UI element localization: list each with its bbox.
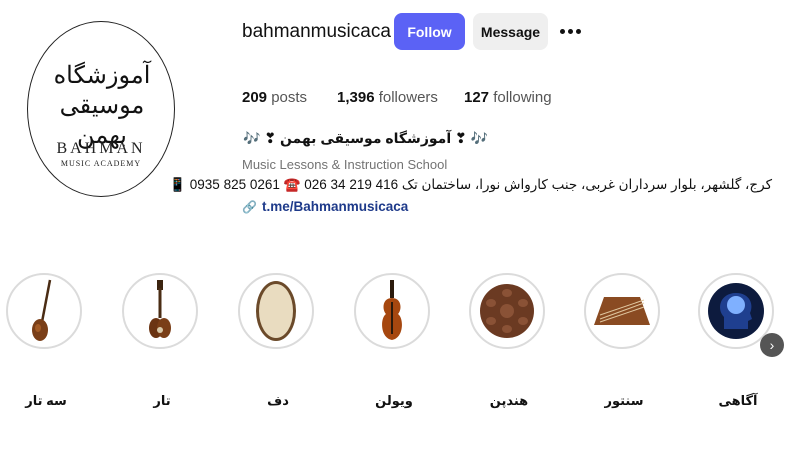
posts-label: posts [271,89,308,106]
highlight-ring[interactable] [122,273,198,349]
follow-button[interactable]: Follow [394,13,465,50]
chevron-right-icon[interactable]: › [760,333,784,357]
highlight-label: ویولن [375,393,413,408]
bio-link[interactable]: 🔗 t.me/Bahmanmusicaca [242,199,408,214]
santur-icon [594,297,650,325]
bio-category: Music Lessons & Instruction School [242,157,448,172]
highlight-label: هندپن [489,393,529,408]
violin-icon [382,280,402,340]
avatar-calligraphy: آموزشگاه موسیقی بهمن [53,61,151,149]
profile-username: bahmanmusicaca [242,21,391,42]
posts-count: 209 [242,89,268,106]
brain-icon [708,283,764,339]
bio-display-name: 🎶 ❣ آموزشگاه موسیقی بهمن ❣ 🎶 [243,130,489,146]
following-count: 127 [464,89,490,106]
setar-icon [32,279,52,341]
following-stat[interactable]: 127 following [464,89,552,106]
highlight-ring[interactable] [6,273,82,349]
highlight-tar[interactable]: تار [122,273,202,408]
avatar-subtitle: MUSIC ACADEMY [60,159,142,168]
highlight-daf[interactable]: دف [238,273,318,408]
link-icon: 🔗 [242,199,257,214]
highlight-label: آگاهی [718,393,758,408]
tar-icon [149,280,171,338]
profile-avatar[interactable]: آموزشگاه موسیقی بهمن BAHMAN MUSIC ACADEM… [27,21,175,197]
highlight-label: سنتور [604,393,644,408]
message-button[interactable]: Message [473,13,548,50]
highlight-setar[interactable]: سه تار [6,273,86,408]
bio-address: کرج، گلشهر، بلوار سرداران غربی، جنب کارو… [169,177,772,193]
highlight-label: تار [153,393,171,408]
followers-stat[interactable]: 1,396 followers [337,89,438,106]
highlight-santur[interactable]: سنتور [584,273,664,408]
highlight-violin[interactable]: ویولن [354,273,434,408]
daf-icon [256,281,296,341]
highlight-ring[interactable] [354,273,430,349]
highlight-label: دف [267,393,289,408]
bio-link-text[interactable]: t.me/Bahmanmusicaca [262,199,408,214]
avatar-brand: BAHMAN [56,140,146,157]
highlight-ring[interactable] [238,273,314,349]
more-options-icon[interactable] [558,14,582,48]
highlight-ring[interactable] [584,273,660,349]
followers-count: 1,396 [337,89,375,106]
highlight-ring[interactable] [469,273,545,349]
following-label: following [493,89,552,106]
bio-address-text: کرج، گلشهر، بلوار سرداران غربی، جنب کارو… [169,177,772,192]
followers-label: followers [378,89,438,106]
highlight-label: سه تار [25,393,67,408]
highlight-handpan[interactable]: هندپن [469,273,549,408]
posts-stat: 209 posts [242,89,307,106]
handpan-icon [480,284,534,338]
